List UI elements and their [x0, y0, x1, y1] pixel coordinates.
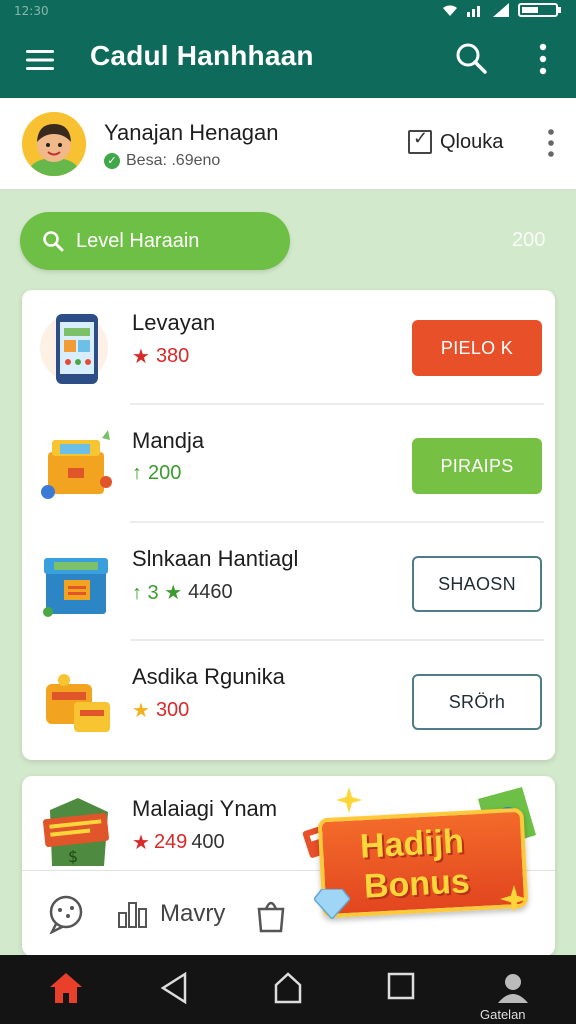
bag-icon: [257, 901, 285, 932]
status-bar: 12:30: [0, 0, 576, 22]
nav-home[interactable]: [46, 971, 86, 1011]
item-meta: ★ 300: [132, 698, 189, 723]
item-name: Asdika Rgunika: [132, 664, 285, 689]
list-item[interactable]: Levayan ★ 380 PIELO K: [22, 290, 555, 408]
hamburger-menu-icon[interactable]: [24, 44, 56, 76]
divider: [130, 403, 544, 405]
level-search-pill[interactable]: Level Haraain: [20, 212, 290, 270]
divider: [130, 639, 544, 641]
item-name: Mandja: [132, 428, 205, 453]
rating-icons: ↑ 3 ★: [132, 582, 183, 604]
tab-chat[interactable]: [46, 894, 86, 934]
star-icon: ★: [132, 832, 150, 854]
up-arrow-icon: ↑: [132, 462, 142, 484]
item-action-button[interactable]: PIELO K: [412, 320, 542, 376]
item-action-button[interactable]: PIRAIPS: [412, 438, 542, 494]
nav-profile[interactable]: [493, 971, 533, 1011]
items-card: Levayan ★ 380 PIELO K Mandja ↑ 200 PIRAI…: [22, 290, 555, 760]
featured-name: Malaiagi Ynam: [132, 796, 278, 821]
search-icon: [43, 231, 64, 252]
chart-icon: [118, 901, 147, 928]
more-vertical-icon[interactable]: [533, 42, 553, 76]
system-nav-bar: Gatelan: [0, 955, 576, 1024]
money-bag-icon: $: [43, 798, 109, 866]
item-value: 4460: [188, 581, 233, 603]
nav-recents[interactable]: [381, 971, 421, 1011]
house-icon: [274, 972, 302, 1004]
square-icon: [387, 972, 415, 1000]
sparkle-icon: [500, 885, 528, 913]
profile-name: Yanajan Henagan: [104, 120, 279, 145]
tab-bag[interactable]: [255, 895, 287, 933]
home-icon: [50, 973, 82, 1003]
item-action-button[interactable]: SRÖrh: [412, 674, 542, 730]
item-value: 200: [148, 462, 182, 484]
phone-icon: [40, 314, 108, 384]
item-value: 300: [155, 699, 190, 721]
nav-back[interactable]: [154, 971, 194, 1011]
chest-icon: [41, 430, 112, 499]
app-bar: Cadul Hanhhaan: [0, 22, 576, 98]
level-pill-label: Level Haraain: [76, 229, 200, 252]
divider: [130, 521, 544, 523]
search-icon[interactable]: [454, 41, 488, 75]
nav-home-outline[interactable]: [268, 971, 308, 1011]
bonus-line-1: Hadijh: [359, 822, 465, 866]
item-name: Levayan: [132, 310, 216, 335]
star-icon: ★: [132, 700, 150, 722]
verified-icon: ✓: [104, 153, 120, 169]
list-item[interactable]: Asdika Rgunika ★ 300 SRÖrh: [22, 644, 555, 762]
sparkle-icon: [336, 787, 362, 813]
item-meta: ↑ 3 ★ 4460: [132, 580, 233, 605]
treasure-icon: [46, 674, 110, 732]
box-icon: [43, 558, 108, 617]
status-time: 12:30: [14, 4, 49, 18]
svg-text:$: $: [68, 847, 78, 866]
featured-value-red: 249: [153, 831, 188, 853]
tab-label: Mavry: [160, 899, 226, 927]
list-item[interactable]: Mandja ↑ 200 PIRAIPS: [22, 408, 555, 526]
level-value: 200: [512, 229, 546, 251]
bonus-banner[interactable]: Hadijh Bonus: [300, 785, 550, 935]
checkbox-icon[interactable]: [408, 128, 432, 154]
featured-value: 400: [191, 831, 225, 853]
avatar[interactable]: [22, 112, 86, 176]
chat-icon: [49, 895, 83, 934]
app-title: Cadul Hanhhaan: [90, 40, 314, 71]
item-name-text: Slnkaan Hantiagl: [132, 546, 299, 571]
battery-icon: [518, 3, 561, 17]
avatar-illustration: [22, 112, 86, 176]
featured-meta: ★ 249 400: [132, 830, 225, 855]
star-icon: ★: [132, 346, 150, 368]
back-triangle-icon: [160, 971, 187, 1005]
profile-header: Yanajan Henagan ✓ Besa: .69eno Qlouka: [0, 98, 576, 190]
checkbox-label: Qlouka: [440, 130, 504, 153]
signal-icon: [467, 6, 480, 17]
signal-icon-2: [493, 3, 509, 17]
bonus-line-2: Bonus: [363, 862, 471, 906]
list-item[interactable]: Slnkaan Hantiagl ↑ 3 ★ 4460 SHAOSN: [22, 526, 555, 644]
item-value: 380: [155, 345, 190, 367]
item-action-button[interactable]: SHAOSN: [412, 556, 542, 612]
person-icon: [498, 974, 528, 1003]
wifi-icon: [443, 5, 457, 16]
profile-subtitle-text: Besa: .69eno: [126, 152, 221, 169]
nav-profile-label: Gatelan: [480, 1007, 526, 1022]
profile-checkbox[interactable]: Qlouka: [408, 128, 504, 154]
profile-subtitle: ✓ Besa: .69eno: [104, 152, 220, 170]
profile-more-icon[interactable]: [544, 128, 558, 158]
item-meta: ★ 380: [132, 344, 189, 369]
diamond-icon: [314, 889, 350, 919]
tab-mavry[interactable]: Mavry: [116, 897, 225, 931]
item-meta: ↑ 200: [132, 462, 181, 485]
item-name: Slnkaan Hantiagl: [132, 546, 298, 572]
